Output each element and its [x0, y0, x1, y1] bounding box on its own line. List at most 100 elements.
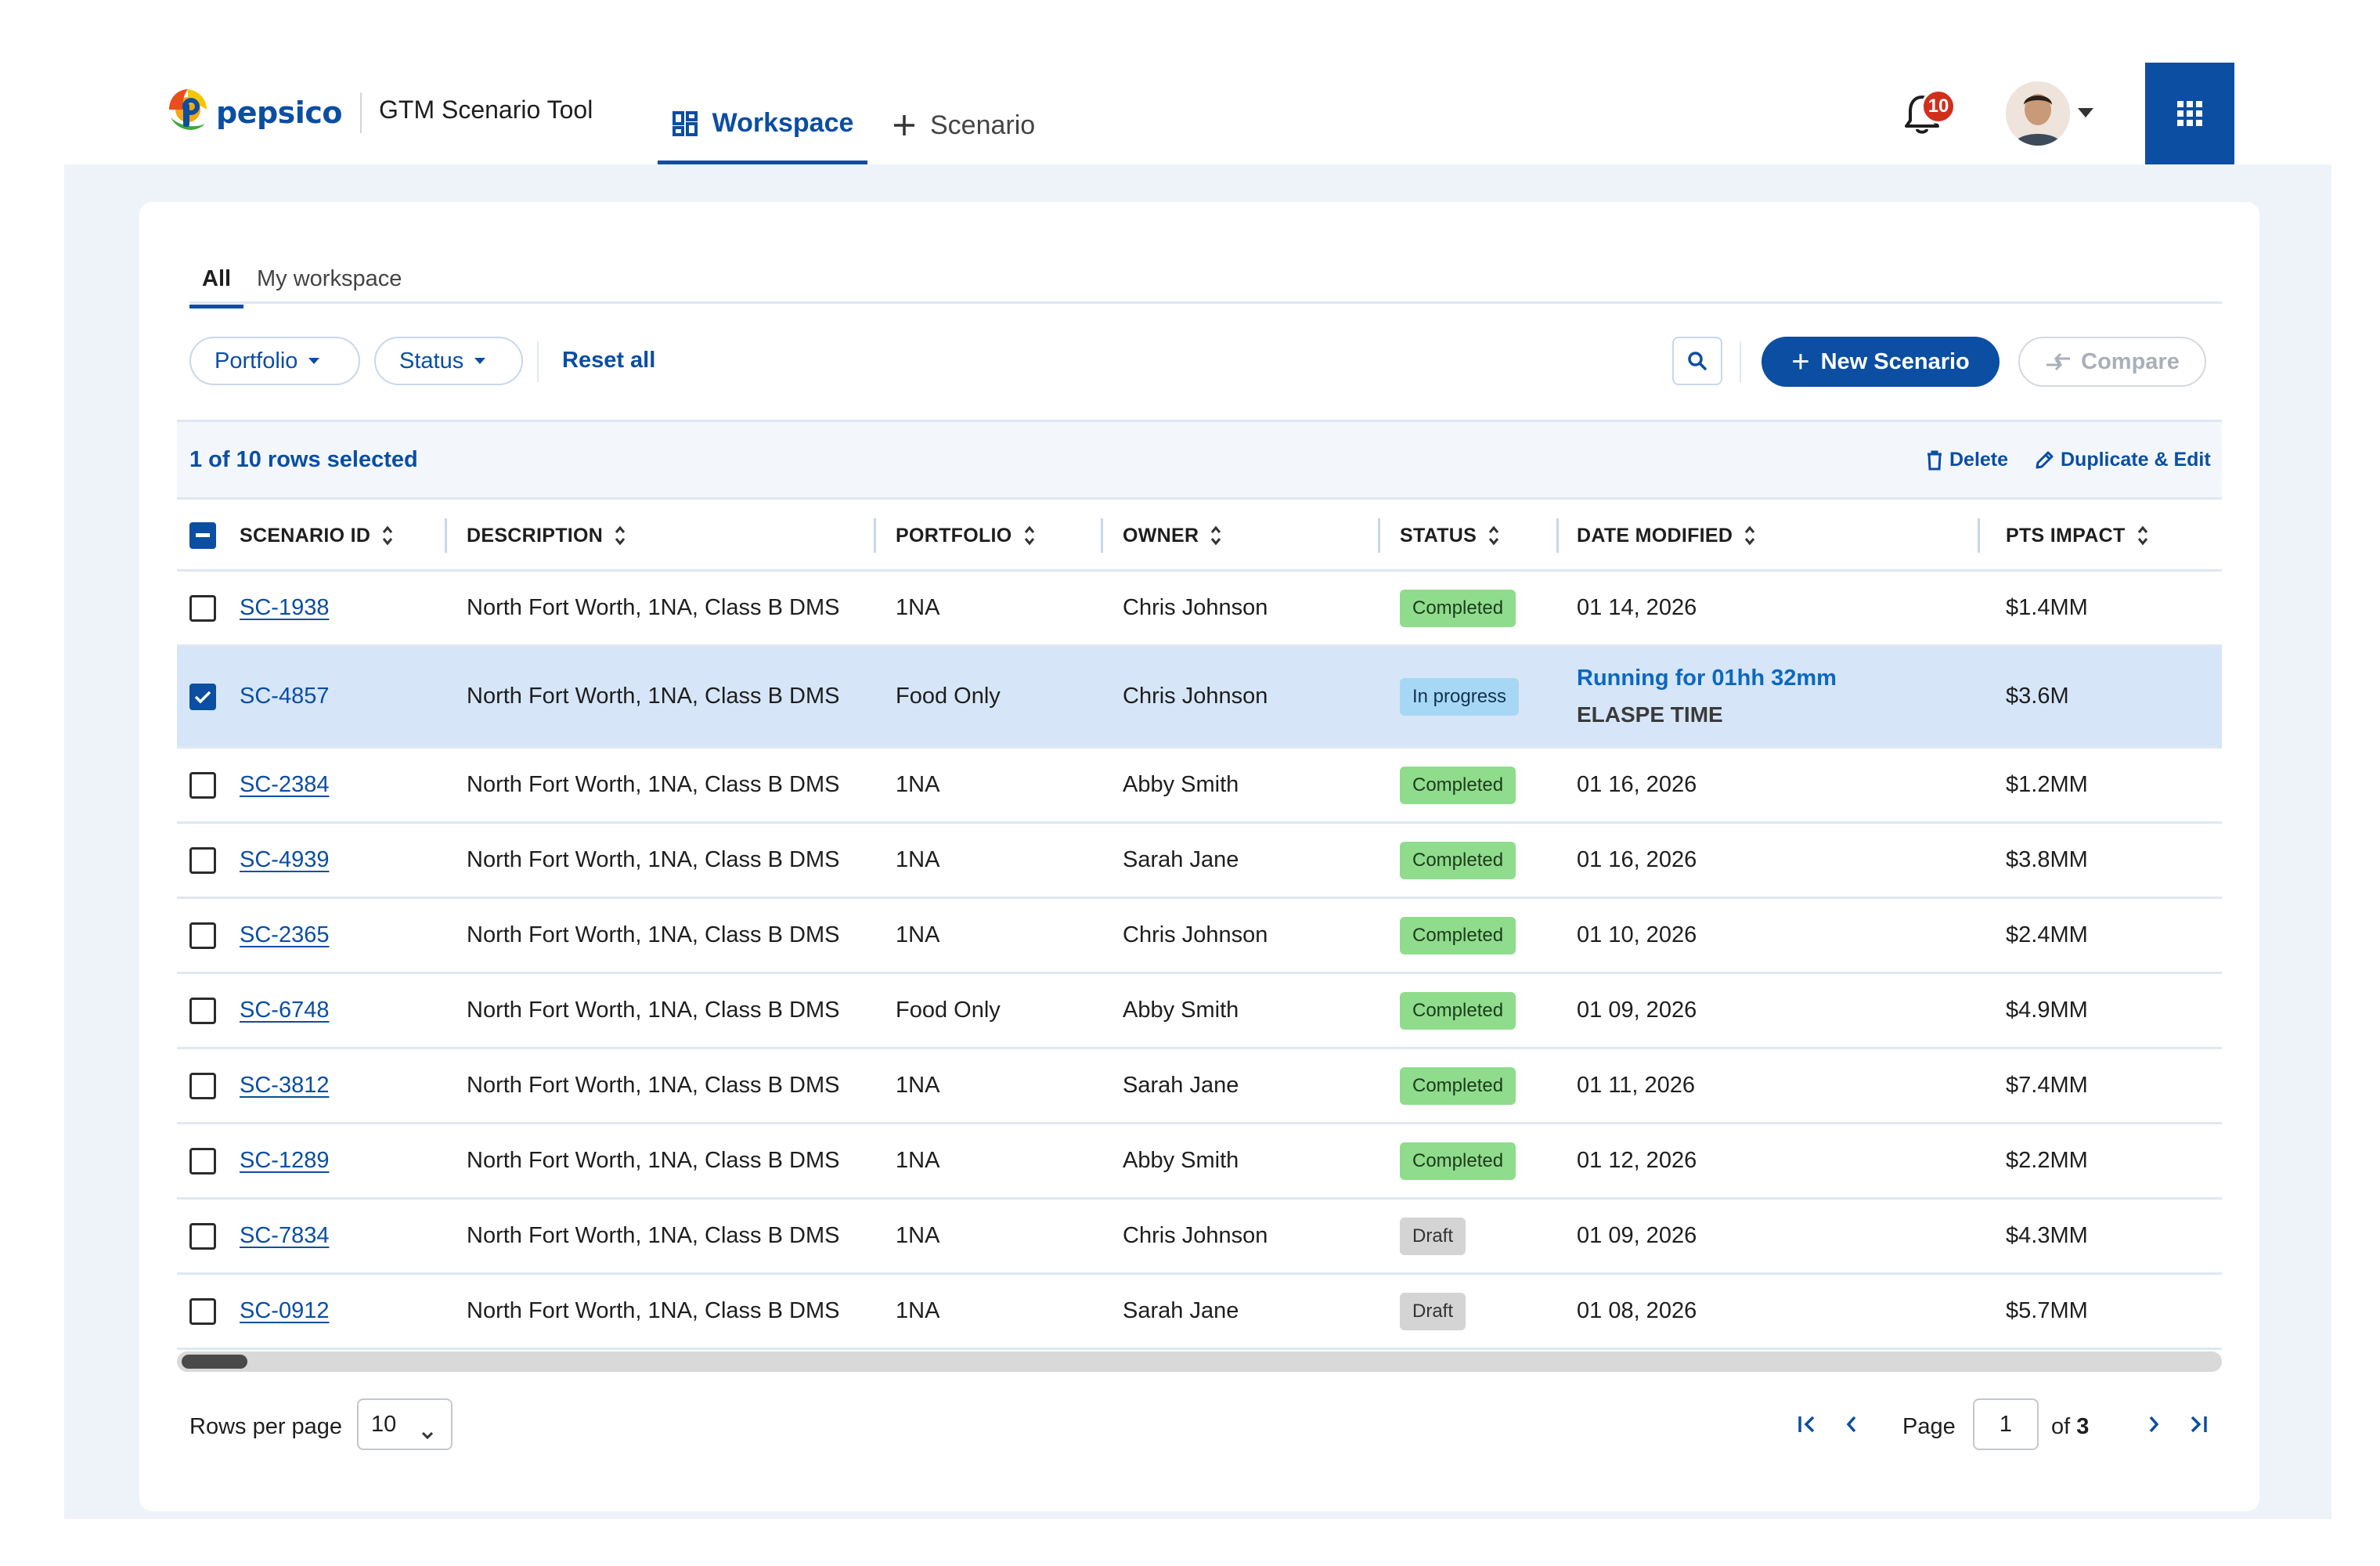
- date-modified-cell: 01 10, 2026: [1577, 922, 1697, 947]
- user-avatar[interactable]: [2006, 81, 2070, 146]
- scrollbar-thumb[interactable]: [182, 1355, 247, 1369]
- owner-cell: Sarah Jane: [1123, 847, 1239, 872]
- status-badge: Draft: [1400, 1292, 1466, 1330]
- horizontal-scrollbar[interactable]: [177, 1351, 2222, 1372]
- scenario-id-cell: SC-6748: [240, 974, 329, 1047]
- column-header-scenario-id[interactable]: SCENARIO ID: [240, 500, 394, 572]
- first-page-button[interactable]: [1790, 1406, 1826, 1442]
- table-row[interactable]: SC-2384 North Fort Worth, 1NA, Class B DM…: [177, 749, 2222, 824]
- nav-tab-scenario[interactable]: Scenario: [892, 86, 1035, 164]
- column-separator[interactable]: [445, 518, 447, 553]
- column-separator[interactable]: [1101, 518, 1103, 553]
- sort-icon: [1488, 524, 1500, 547]
- current-page-input[interactable]: 1: [1973, 1398, 2039, 1450]
- table-row[interactable]: SC-7834 North Fort Worth, 1NA, Class B DM…: [177, 1200, 2222, 1275]
- next-page-button[interactable]: [2136, 1406, 2172, 1442]
- duplicate-edit-button[interactable]: Duplicate & Edit: [2034, 449, 2211, 471]
- scenario-id-link[interactable]: SC-3812: [240, 1073, 329, 1099]
- table-row[interactable]: SC-6748 North Fort Worth, 1NA, Class B DM…: [177, 974, 2222, 1049]
- pepsico-logo-mark-icon: [169, 89, 207, 130]
- select-all-checkbox[interactable]: [189, 500, 216, 572]
- scenario-id-link[interactable]: SC-1938: [240, 595, 329, 621]
- portfolio-cell: Food Only: [896, 998, 1001, 1023]
- user-menu-caret-icon[interactable]: [2078, 108, 2093, 117]
- scenario-id-link[interactable]: SC-1289: [240, 1148, 329, 1174]
- column-header-pts-impact[interactable]: PTS IMPACT: [2006, 500, 2149, 572]
- scenario-id-link[interactable]: SC-2384: [240, 772, 329, 798]
- previous-page-button[interactable]: [1834, 1406, 1870, 1442]
- row-checkbox[interactable]: [189, 1124, 216, 1197]
- of-label: of: [2051, 1414, 2071, 1439]
- row-checkbox[interactable]: [189, 572, 216, 644]
- table-row[interactable]: SC-1938 North Fort Worth, 1NA, Class B DM…: [177, 572, 2222, 647]
- table-row[interactable]: SC-4857 North Fort Worth, 1NA, Class B DM…: [177, 647, 2222, 749]
- column-separator[interactable]: [1978, 518, 1980, 553]
- scenario-id-cell: SC-4857: [240, 647, 329, 746]
- date-modified-cell: 01 14, 2026: [1577, 595, 1697, 620]
- owner-cell: Chris Johnson: [1123, 1223, 1268, 1248]
- new-scenario-button[interactable]: + New Scenario: [1762, 337, 2000, 387]
- last-page-button[interactable]: [2180, 1406, 2216, 1442]
- status-badge: Completed: [1400, 841, 1516, 879]
- delete-button[interactable]: Delete: [1926, 449, 2008, 471]
- column-header-description[interactable]: DESCRIPTION: [467, 500, 626, 572]
- table-row[interactable]: SC-1289 North Fort Worth, 1NA, Class B DM…: [177, 1124, 2222, 1200]
- rows-per-page-select[interactable]: 10: [357, 1398, 453, 1450]
- column-header-status[interactable]: STATUS: [1400, 500, 1500, 572]
- search-button[interactable]: [1672, 337, 1722, 385]
- checked-checkbox-icon: [189, 683, 216, 710]
- date-modified-cell: 01 12, 2026: [1577, 1148, 1697, 1173]
- plus-icon: +: [1791, 345, 1810, 379]
- row-checkbox[interactable]: [189, 647, 216, 746]
- nav-tab-workspace[interactable]: Workspace: [658, 86, 867, 164]
- table-row[interactable]: SC-0912 North Fort Worth, 1NA, Class B DM…: [177, 1275, 2222, 1350]
- row-checkbox[interactable]: [189, 824, 216, 897]
- app-launcher-button[interactable]: [2145, 63, 2234, 164]
- status-badge: Completed: [1400, 766, 1516, 804]
- owner-cell: Abby Smith: [1123, 1148, 1239, 1173]
- table-row[interactable]: SC-2365 North Fort Worth, 1NA, Class B DM…: [177, 899, 2222, 974]
- selected-rows-count: 1 of 10 rows selected: [189, 447, 418, 472]
- table-row[interactable]: SC-4939 North Fort Worth, 1NA, Class B DM…: [177, 824, 2222, 899]
- column-header-date-modified[interactable]: DATE MODIFIED: [1577, 500, 1756, 572]
- scenario-id-cell: SC-1289: [240, 1124, 329, 1197]
- scenario-id-link[interactable]: SC-2365: [240, 922, 329, 948]
- scenario-id-link[interactable]: SC-7834: [240, 1223, 329, 1249]
- status-filter-dropdown[interactable]: Status: [374, 337, 523, 385]
- pepsico-logo[interactable]: pepsico: [164, 85, 342, 141]
- column-separator[interactable]: [874, 518, 876, 553]
- portfolio-cell: 1NA: [896, 1073, 940, 1098]
- column-header-owner[interactable]: OWNER: [1123, 500, 1222, 572]
- scenario-id-link[interactable]: SC-6748: [240, 998, 329, 1023]
- scenario-id-link[interactable]: SC-4857: [240, 684, 329, 709]
- column-header-label: SCENARIO ID: [240, 524, 371, 547]
- chevron-down-icon: [421, 1420, 434, 1446]
- row-checkbox[interactable]: [189, 749, 216, 821]
- row-checkbox[interactable]: [189, 1275, 216, 1348]
- scenario-id-link[interactable]: SC-0912: [240, 1298, 329, 1324]
- scenario-id-link[interactable]: SC-4939: [240, 847, 329, 873]
- column-separator[interactable]: [1378, 518, 1380, 553]
- table-row[interactable]: SC-3812 North Fort Worth, 1NA, Class B DM…: [177, 1049, 2222, 1124]
- delete-label: Delete: [1949, 449, 2009, 471]
- column-header-portfolio[interactable]: PORTFOLIO: [896, 500, 1036, 572]
- subtab-all[interactable]: All: [189, 266, 244, 309]
- status-badge: Completed: [1400, 991, 1516, 1030]
- status-badge: In progress: [1400, 677, 1520, 716]
- row-checkbox[interactable]: [189, 899, 216, 972]
- subtab-my-workspace[interactable]: My workspace: [257, 266, 402, 305]
- owner-cell: Abby Smith: [1123, 772, 1239, 797]
- app-name: GTM Scenario Tool: [379, 96, 593, 124]
- pts-impact-cell: $1.2MM: [2006, 772, 2088, 797]
- column-separator[interactable]: [1556, 518, 1559, 553]
- row-checkbox[interactable]: [189, 1049, 216, 1122]
- row-checkbox[interactable]: [189, 1200, 216, 1272]
- row-checkbox[interactable]: [189, 974, 216, 1047]
- status-badge: Completed: [1400, 1142, 1516, 1180]
- date-modified-cell: 01 11, 2026: [1577, 1073, 1696, 1098]
- description-cell: North Fort Worth, 1NA, Class B DMS: [467, 847, 840, 872]
- owner-cell: Sarah Jane: [1123, 1073, 1239, 1098]
- portfolio-filter-dropdown[interactable]: Portfolio: [189, 337, 360, 385]
- compare-button[interactable]: Compare: [2018, 337, 2206, 387]
- reset-all-button[interactable]: Reset all: [562, 348, 655, 373]
